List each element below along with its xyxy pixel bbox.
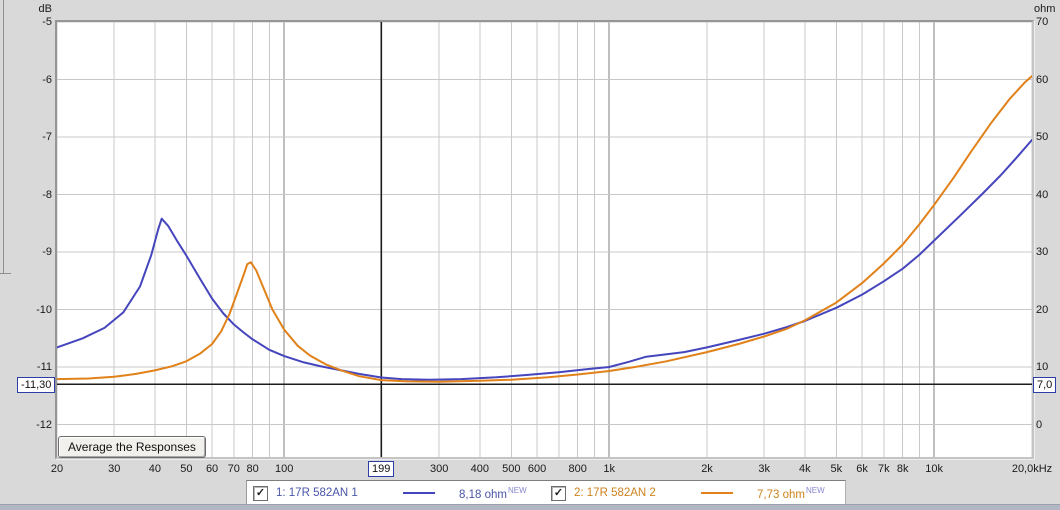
series2-cursor-value: 7,73 ohmNEW <box>757 486 825 501</box>
freq-tick-label: 400 <box>470 463 490 475</box>
series2-ohm-text: 7,73 ohm <box>757 488 805 501</box>
freq-tick-label: 80 <box>246 463 259 475</box>
legend-item-2: ✓ 2: 17R 582AN 2 7,73 ohmNEW <box>545 481 843 505</box>
db-tick-label: -9 <box>42 246 52 258</box>
ohm-tick-label: 60 <box>1036 73 1049 86</box>
freq-tick-label: 8k <box>896 463 909 475</box>
freq-tick-label: 20,0kHz <box>1011 463 1053 475</box>
cursor-db-readout[interactable]: -11,30 <box>17 377 56 393</box>
freq-tick-label: 4k <box>799 463 811 475</box>
ohm-tick-label: 50 <box>1036 131 1049 143</box>
series2-checkbox[interactable]: ✓ <box>551 485 566 501</box>
freq-tick-label: 7k <box>878 463 890 475</box>
measurement-app-window: dB ohm -5 -6 -7 -8 -9 -10 -11 -12 70 60 50 40 30 20 1… <box>0 0 1060 510</box>
ohm-tick-label: 0 <box>1036 418 1043 431</box>
series1-line-swatch <box>403 492 435 494</box>
series1-label: 1: 17R 582AN 1 <box>276 487 358 499</box>
series2-line-swatch <box>701 492 733 494</box>
freq-tick-label: 800 <box>568 463 587 475</box>
db-tick-label: -5 <box>42 16 52 28</box>
series2-label: 2: 17R 582AN 2 <box>574 487 656 499</box>
freq-tick-label: 60 <box>205 463 219 475</box>
freq-tick-label: 6k <box>856 463 868 475</box>
db-tick-label: -10 <box>36 303 52 316</box>
freq-tick-label: 1k <box>603 463 615 475</box>
db-tick-label: -11 <box>36 361 52 373</box>
freq-tick-label: 50 <box>180 463 193 475</box>
right-axis-unit: ohm <box>1034 3 1056 15</box>
freq-tick-label: 100 <box>274 463 294 475</box>
freq-tick-label: 10k <box>925 463 944 475</box>
freq-tick-label: 300 <box>430 463 449 475</box>
ohm-tick-label: 30 <box>1036 246 1049 258</box>
db-tick-label: -7 <box>42 131 52 143</box>
series1-cursor-value: 8,18 ohmNEW <box>459 486 527 501</box>
db-tick-label: -6 <box>42 73 52 86</box>
average-responses-button[interactable]: Average the Responses <box>58 436 206 458</box>
freq-tick-label: 2k <box>701 463 713 475</box>
left-axis-unit: dB <box>38 3 52 15</box>
freq-tick-label: 3k <box>758 463 771 475</box>
freq-tick-label: 500 <box>502 463 521 475</box>
cursor-ohm-readout[interactable]: 7,0 <box>1033 377 1057 393</box>
impedance-chart[interactable] <box>57 22 1032 457</box>
ohm-tick-label: 40 <box>1036 188 1049 201</box>
panel-splitter-notch <box>0 273 11 274</box>
freq-tick-label: 600 <box>527 463 547 475</box>
legend-item-1: ✓ 1: 17R 582AN 1 8,18 ohmNEW <box>247 481 545 505</box>
db-tick-label: -8 <box>42 188 52 201</box>
cursor-frequency-readout[interactable]: 199 <box>368 461 395 477</box>
series1-ohm-text: 8,18 ohm <box>459 488 507 501</box>
series1-checkbox[interactable]: ✓ <box>253 485 268 501</box>
db-tick-label: -12 <box>36 418 52 431</box>
freq-tick-label: 70 <box>227 463 240 475</box>
series1-new-badge: NEW <box>507 485 527 495</box>
freq-tick-label: 30 <box>108 463 121 475</box>
ohm-tick-label: 20 <box>1036 303 1049 316</box>
freq-tick-label: 40 <box>148 463 161 475</box>
freq-tick-label: 20 <box>50 463 64 475</box>
window-bottom-edge <box>0 504 1060 510</box>
series2-new-badge: NEW <box>805 485 825 495</box>
freq-tick-label: 5k <box>830 463 843 475</box>
ohm-tick-label: 70 <box>1036 16 1049 28</box>
panel-splitter <box>3 0 4 273</box>
ohm-tick-label: 10 <box>1036 361 1049 373</box>
legend-bar: ✓ 1: 17R 582AN 1 8,18 ohmNEW ✓ 2: 17R 58… <box>246 480 846 506</box>
